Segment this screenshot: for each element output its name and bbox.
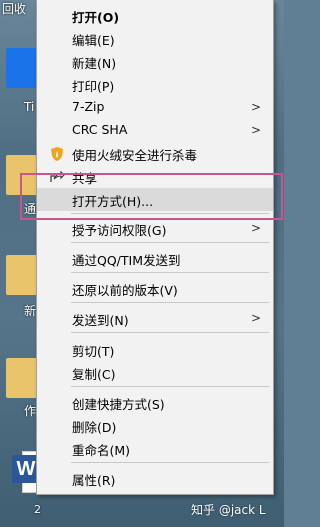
menu-item-crc-sha[interactable]: CRC SHA >	[37, 119, 273, 142]
chevron-right-icon: >	[250, 311, 261, 325]
menu-item-label: 删除(D)	[72, 420, 117, 435]
menu-item-label: CRC SHA	[72, 122, 128, 137]
menu-item-label: 7-Zip	[72, 99, 105, 114]
menu-separator	[71, 332, 269, 333]
menu-item-rename[interactable]: 重命名(M)	[37, 437, 273, 460]
chevron-right-icon: >	[250, 123, 261, 137]
menu-item-label: 复制(C)	[72, 367, 116, 382]
menu-item-label: 剪切(T)	[72, 344, 115, 359]
highlight-annotation-box	[20, 173, 283, 220]
menu-item-label: 属性(R)	[72, 473, 116, 488]
menu-item-label: 使用火绒安全进行杀毒	[72, 148, 198, 163]
menu-item-label: 创建快捷方式(S)	[72, 397, 165, 412]
desktop-label-word: 2	[34, 503, 41, 516]
desktop-label-recycle: 回收	[2, 2, 27, 16]
menu-item-label: 新建(N)	[72, 56, 117, 71]
menu-item-create-shortcut[interactable]: 创建快捷方式(S)	[37, 391, 273, 414]
desktop-label-folder-2: 新	[24, 304, 37, 318]
menu-item-properties[interactable]: 属性(R)	[37, 467, 273, 490]
menu-item-label: 还原以前的版本(V)	[72, 283, 178, 298]
menu-item-cut[interactable]: 剪切(T)	[37, 338, 273, 361]
menu-separator	[71, 302, 269, 303]
menu-item-label: 打印(P)	[72, 79, 115, 94]
tim-app-icon[interactable]	[6, 48, 40, 88]
chevron-right-icon: >	[250, 100, 261, 114]
chevron-right-icon: >	[250, 221, 261, 235]
menu-item-huorong-scan[interactable]: 使用火绒安全进行杀毒	[37, 142, 273, 165]
menu-item-edit[interactable]: 编辑(E)	[37, 27, 273, 50]
menu-separator	[71, 242, 269, 243]
menu-separator	[71, 462, 269, 463]
menu-item-label: 编辑(E)	[72, 33, 115, 48]
menu-item-label: 通过QQ/TIM发送到	[72, 253, 181, 268]
menu-item-open[interactable]: 打开(O)	[37, 4, 273, 27]
menu-item-print[interactable]: 打印(P)	[37, 73, 273, 96]
menu-item-send-via-qq[interactable]: 通过QQ/TIM发送到	[37, 247, 273, 270]
context-menu: 打开(O) 编辑(E) 新建(N) 打印(P) 7-Zip > CRC SHA …	[36, 0, 274, 495]
menu-item-restore-versions[interactable]: 还原以前的版本(V)	[37, 277, 273, 300]
menu-separator	[71, 272, 269, 273]
desktop-label-tim: Ti	[24, 100, 35, 114]
menu-item-delete[interactable]: 删除(D)	[37, 414, 273, 437]
menu-item-label: 授予访问权限(G)	[72, 223, 167, 238]
menu-item-label: 重命名(M)	[72, 443, 131, 458]
menu-item-7zip[interactable]: 7-Zip >	[37, 96, 273, 119]
menu-item-label: 打开(O)	[72, 10, 120, 25]
desktop-label-folder-3: 作	[24, 404, 37, 418]
menu-item-new[interactable]: 新建(N)	[37, 50, 273, 73]
folder-icon[interactable]	[6, 255, 40, 295]
huorong-shield-icon	[51, 147, 63, 161]
menu-item-label: 发送到(N)	[72, 313, 129, 328]
folder-icon[interactable]	[6, 358, 40, 398]
menu-item-copy[interactable]: 复制(C)	[37, 361, 273, 384]
menu-item-send-to[interactable]: 发送到(N) >	[37, 307, 273, 330]
menu-item-grant-access[interactable]: 授予访问权限(G) >	[37, 217, 273, 240]
watermark-text: 知乎 @jack L	[191, 503, 266, 517]
menu-separator	[71, 386, 269, 387]
